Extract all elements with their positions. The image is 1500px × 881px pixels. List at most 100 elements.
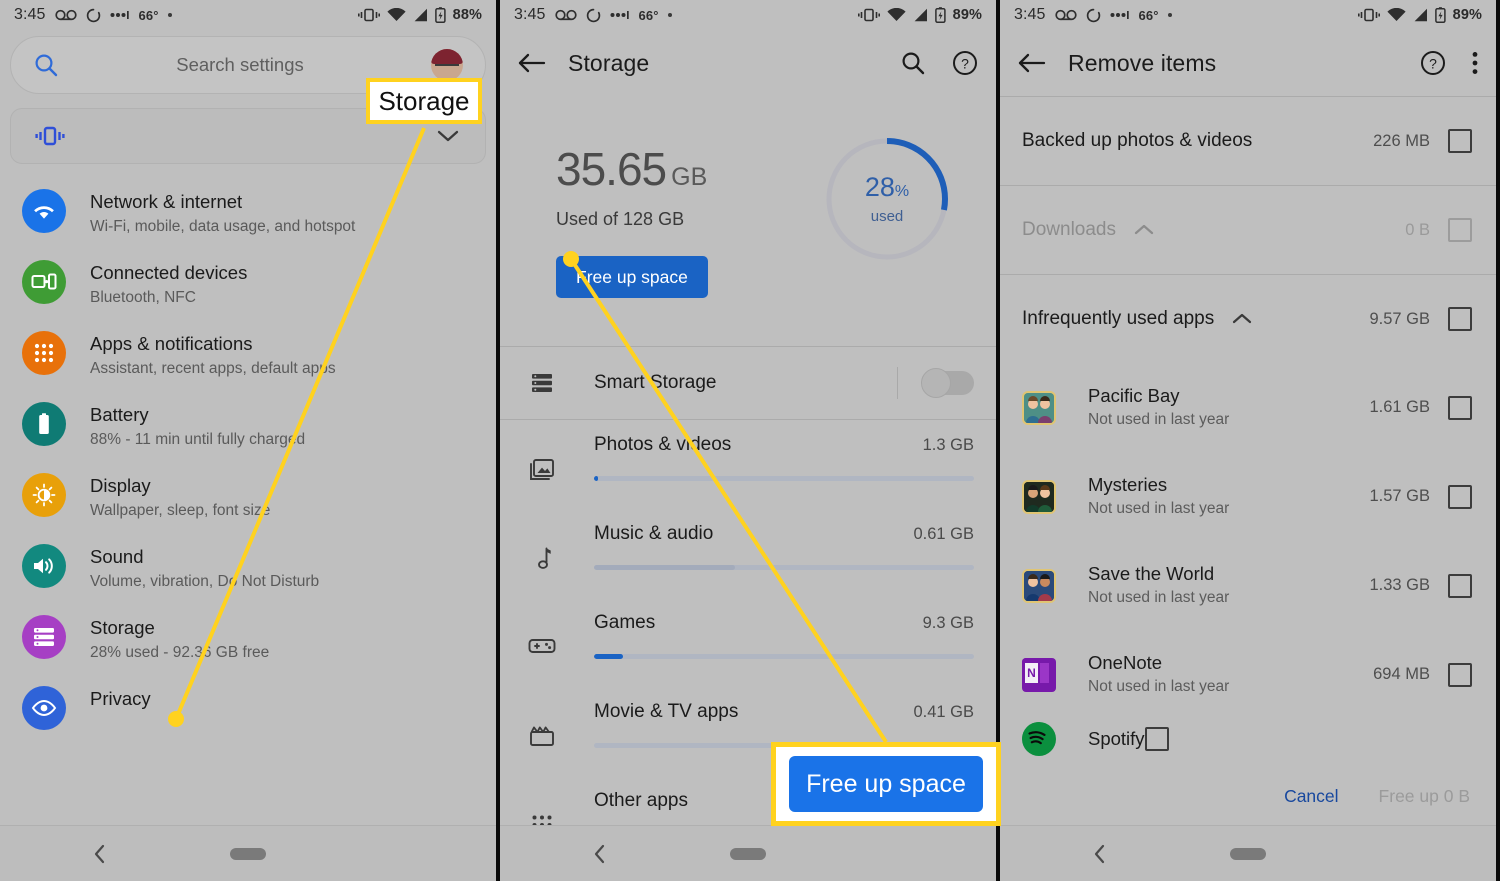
sidebar-item-subtitle: Bluetooth, NFC: [90, 289, 196, 306]
app-size: 694 MB: [1373, 665, 1430, 683]
app-name: Pacific Bay: [1088, 385, 1180, 406]
vibration-suggestion-card[interactable]: [10, 108, 486, 164]
remove-row-checkbox[interactable]: [1448, 307, 1472, 331]
remove-row-label: Infrequently used apps: [1022, 308, 1215, 329]
app-checkbox[interactable]: [1448, 484, 1472, 509]
wifi-status-icon: [1387, 8, 1406, 22]
storage-category-row[interactable]: Movie & TV apps 0.41 GB: [500, 687, 996, 776]
app-checkbox[interactable]: [1448, 662, 1472, 687]
status-bar: 3:45 66°: [1000, 0, 1496, 30]
app-name: Spotify: [1088, 728, 1145, 749]
back-arrow-icon[interactable]: [1018, 52, 1046, 74]
battery-percent: 89%: [952, 7, 982, 23]
list-item[interactable]: Spotify: [1000, 719, 1496, 759]
game-avatar-icon: [1022, 390, 1056, 425]
storage-category-row[interactable]: Photos & videos 1.3 GB: [500, 420, 996, 509]
help-icon[interactable]: ?: [1420, 50, 1446, 76]
signal-dots-icon: [1110, 10, 1130, 20]
chevron-down-icon[interactable]: [435, 128, 461, 144]
storage-used-value: 35.65: [556, 143, 667, 195]
nav-back-icon[interactable]: [1092, 843, 1108, 865]
help-icon[interactable]: ?: [952, 50, 978, 76]
list-item[interactable]: Save the World Not used in last year 1.3…: [1000, 541, 1496, 630]
sidebar-item-subtitle: Assistant, recent apps, default apps: [90, 360, 336, 377]
nav-home-pill[interactable]: [1230, 847, 1266, 860]
storage-category-row[interactable]: Music & audio 0.61 GB: [500, 509, 996, 598]
divider: [897, 367, 898, 399]
remove-row-size: 0 B: [1405, 220, 1430, 239]
app-checkbox[interactable]: [1448, 395, 1472, 420]
panel-settings-home: 3:45 66° 88% Search settings Network & i…: [0, 0, 500, 881]
remove-row-checkbox[interactable]: [1448, 218, 1472, 242]
sidebar-item-subtitle: 28% used - 92.36 GB free: [90, 644, 270, 661]
sidebar-item-storage[interactable]: Storage 28% used - 92.36 GB free: [0, 604, 496, 675]
sidebar-item-sound[interactable]: Sound Volume, vibration, Do Not Disturb: [0, 533, 496, 604]
storage-percent-value: 28: [864, 172, 895, 202]
sidebar-item-apps-notifications[interactable]: Apps & notifications Assistant, recent a…: [0, 320, 496, 391]
list-item[interactable]: N OneNote Not used in last year 694 MB: [1000, 630, 1496, 719]
app-name: OneNote: [1088, 652, 1163, 673]
app-usage-note: Not used in last year: [1088, 500, 1230, 517]
app-bar: Remove items ?: [1000, 30, 1496, 96]
sidebar-item-connected-devices[interactable]: Connected devices Bluetooth, NFC: [0, 249, 496, 320]
cancel-button[interactable]: Cancel: [1284, 786, 1338, 807]
wifi-status-icon: [887, 8, 906, 22]
search-bar[interactable]: Search settings: [10, 36, 486, 94]
status-bar: 3:45 66°: [0, 0, 496, 30]
status-time: 3:45: [1014, 6, 1046, 23]
screenshot-root: 3:45 66° 88% Search settings Network & i…: [0, 0, 1500, 881]
svg-text:?: ?: [1429, 55, 1437, 71]
chevron-up-icon[interactable]: [1230, 312, 1254, 326]
sidebar-item-battery[interactable]: Battery 88% - 11 min until fully charged: [0, 391, 496, 462]
avatar[interactable]: [431, 49, 463, 81]
app-name: Mysteries: [1088, 474, 1168, 495]
list-item[interactable]: Pacific Bay Not used in last year 1.61 G…: [1000, 363, 1496, 452]
sidebar-item-subtitle: 88% - 11 min until fully charged: [90, 431, 306, 448]
game-avatar-icon: [1022, 568, 1056, 603]
sidebar-item-label: Network & internet: [90, 191, 243, 212]
app-usage-note: Not used in last year: [1088, 411, 1230, 428]
search-icon[interactable]: [900, 50, 926, 76]
nav-home-pill[interactable]: [730, 847, 766, 860]
wifi-icon: [22, 189, 66, 233]
sidebar-item-label: Apps & notifications: [90, 333, 253, 354]
smart-storage-toggle[interactable]: [921, 368, 974, 398]
back-arrow-icon[interactable]: [518, 52, 546, 74]
panel-storage: 3:45 66° 89% Storage ? 35.65 GB Used of …: [500, 0, 1000, 881]
sidebar-item-network[interactable]: Network & internet Wi-Fi, mobile, data u…: [0, 178, 496, 249]
search-input[interactable]: Search settings: [49, 54, 431, 76]
nav-home-pill[interactable]: [230, 847, 266, 860]
apps-grid-icon: [22, 331, 66, 375]
nav-back-icon[interactable]: [592, 843, 608, 865]
storage-category-row[interactable]: Games 9.3 GB: [500, 598, 996, 687]
app-checkbox[interactable]: [1144, 727, 1169, 751]
remove-row-checkbox[interactable]: [1448, 129, 1472, 153]
storage-used-unit: GB: [671, 163, 708, 191]
temperature-label: 66°: [1138, 7, 1159, 23]
remove-row-downloads[interactable]: Downloads 0 B: [1000, 186, 1496, 274]
voicemail-icon: [554, 9, 577, 21]
nav-back-icon[interactable]: [92, 843, 108, 865]
vibrate-card-icon: [35, 126, 65, 146]
sidebar-item-label: Connected devices: [90, 262, 248, 283]
sidebar-item-subtitle: Wallpaper, sleep, font size: [90, 502, 271, 519]
system-nav-bar: [0, 825, 496, 881]
overflow-menu-icon[interactable]: [1472, 51, 1478, 75]
battery-status-icon: [434, 7, 446, 23]
list-item[interactable]: Mysteries Not used in last year 1.57 GB: [1000, 452, 1496, 541]
app-checkbox[interactable]: [1448, 573, 1472, 598]
onenote-icon: N: [1022, 657, 1056, 692]
sidebar-item-display[interactable]: Display Wallpaper, sleep, font size: [0, 462, 496, 533]
smart-storage-row[interactable]: Smart Storage: [500, 347, 996, 419]
sidebar-item-subtitle: Wi-Fi, mobile, data usage, and hotspot: [90, 218, 356, 235]
sidebar-item-privacy[interactable]: Privacy: [0, 675, 496, 741]
status-dot-icon: [1167, 13, 1172, 17]
free-up-space-button[interactable]: Free up space: [556, 256, 708, 298]
sidebar-item-label: Battery: [90, 404, 149, 425]
category-size: 0.61 GB: [913, 525, 974, 543]
storage-category-list: Photos & videos 1.3 GB Music & audio 0.6…: [500, 420, 996, 865]
chevron-up-icon[interactable]: [1132, 223, 1156, 237]
cellular-signal-icon: [1413, 8, 1428, 22]
remove-row-backed-up[interactable]: Backed up photos & videos 226 MB: [1000, 97, 1496, 185]
remove-row-infrequent-apps[interactable]: Infrequently used apps 9.57 GB: [1000, 275, 1496, 363]
